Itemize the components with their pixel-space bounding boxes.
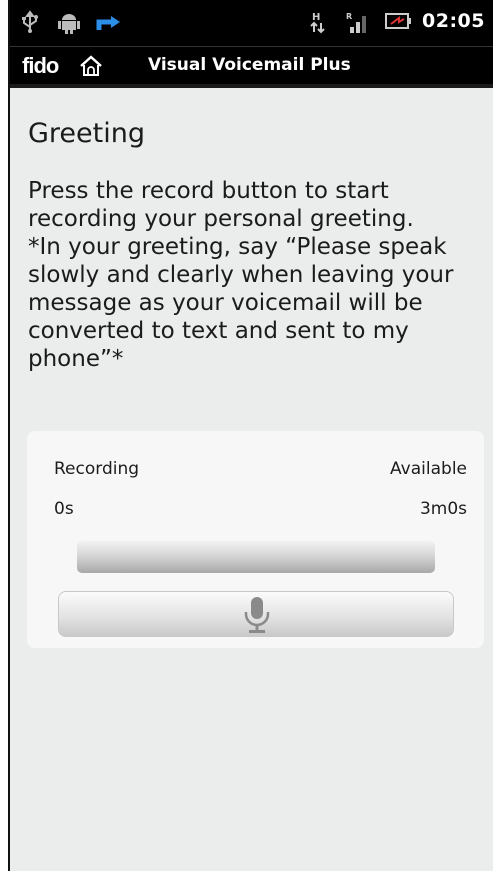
available-label: Available (390, 459, 467, 479)
recorder-panel: Recording Available 0s 3m0s (27, 431, 484, 648)
page-title: Greeting (28, 118, 145, 149)
android-debug-icon (58, 10, 82, 34)
svg-text:H: H (312, 12, 320, 23)
microphone-icon (242, 596, 272, 638)
signal-icon: R (346, 10, 370, 33)
recording-label: Recording (54, 459, 140, 479)
phone-screen: H R 02:05 fido Visual Voicemail Plus Gre… (8, 0, 493, 871)
available-time: 3m0s (419, 499, 467, 519)
app-title: Visual Voicemail Plus (148, 55, 351, 75)
home-icon[interactable] (78, 54, 104, 82)
transfer-icon (96, 10, 120, 32)
record-button[interactable] (58, 591, 454, 637)
usb-icon (20, 10, 44, 33)
fido-logo: fido (22, 53, 59, 78)
clock: 02:05 (422, 10, 485, 32)
instructions-text: Press the record button to start recordi… (28, 178, 454, 372)
battery-charging-icon (384, 10, 412, 32)
status-bar: H R 02:05 (10, 0, 493, 46)
app-bar: fido Visual Voicemail Plus (10, 46, 493, 85)
svg-text:R: R (346, 12, 352, 21)
recording-progress-bar (77, 541, 435, 573)
hspa-data-icon: H (308, 10, 332, 34)
divider (10, 84, 493, 88)
recording-time: 0s (54, 499, 74, 519)
